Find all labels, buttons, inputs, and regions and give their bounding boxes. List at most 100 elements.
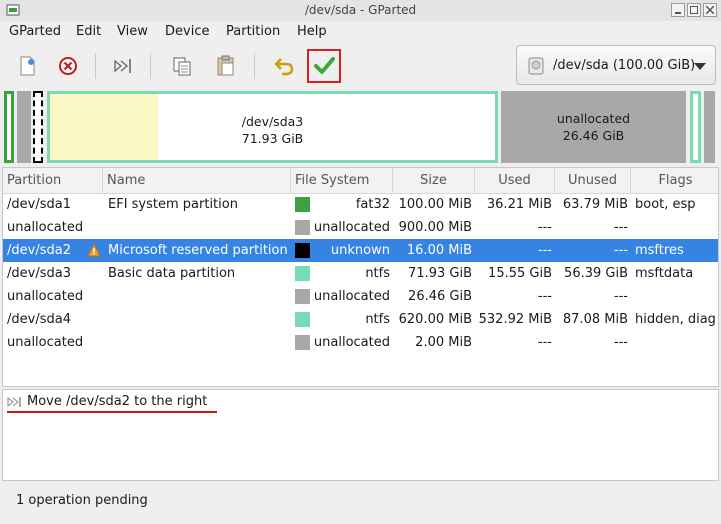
window-title: /dev/sda - GParted [304, 3, 417, 17]
cell-unused: --- [613, 220, 628, 235]
cell-name: EFI system partition [108, 197, 238, 212]
menu-help[interactable]: Help [297, 24, 327, 39]
cell-partition: /dev/sda1 [7, 197, 71, 212]
col-used[interactable]: Used [475, 168, 555, 193]
table-row[interactable]: /dev/sda3 Basic data partition ntfs 71.93 G… [3, 262, 718, 285]
map-unallocated-3[interactable] [704, 91, 715, 163]
cell-file-system: ntfs [365, 312, 390, 327]
status-bar: 1 operation pending [0, 483, 721, 524]
close-button[interactable] [703, 3, 717, 17]
paste-button[interactable] [209, 49, 243, 83]
cell-name: Basic data partition [108, 266, 236, 281]
map-sda2[interactable] [33, 91, 43, 163]
cell-unused: --- [613, 243, 628, 258]
menu-bar: GParted Edit View Device Partition Help [0, 21, 721, 43]
undo-icon [274, 58, 294, 76]
map-unallocated-name: unallocated [556, 111, 631, 126]
delete-partition-icon [59, 57, 77, 75]
menu-gparted[interactable]: GParted [9, 24, 61, 39]
cell-file-system: fat32 [355, 197, 390, 212]
minimize-button[interactable] [671, 3, 685, 17]
cell-size: 100.00 MiB [398, 197, 472, 212]
new-partition-icon [20, 56, 35, 76]
cell-partition: /dev/sda4 [7, 312, 71, 327]
map-sda1[interactable] [4, 91, 14, 163]
col-file-system[interactable]: File System [291, 168, 393, 193]
cell-used: 36.21 MiB [486, 197, 552, 212]
cell-name [108, 308, 291, 331]
toolbar: /dev/sda (100.00 GiB) [0, 43, 721, 89]
cell-size: 16.00 MiB [406, 243, 472, 258]
cell-file-system: unknown [330, 243, 390, 258]
operation-highlight-underline [7, 411, 217, 413]
col-unused[interactable]: Unused [555, 168, 631, 193]
cell-unused: 87.08 MiB [562, 312, 628, 327]
cell-unused: --- [613, 289, 628, 304]
map-unallocated-1[interactable] [17, 91, 31, 163]
device-selector[interactable]: /dev/sda (100.00 GiB) [516, 45, 716, 85]
table-row[interactable]: unallocated unallocated 2.00 MiB --- --- [3, 331, 718, 354]
cell-file-system: unallocated [313, 289, 390, 304]
copy-button[interactable] [165, 49, 199, 83]
cell-name [108, 285, 291, 308]
cell-used: 532.92 MiB [478, 312, 552, 327]
title-bar: /dev/sda - GParted [0, 0, 721, 22]
move-right-icon [7, 396, 21, 408]
operation-item[interactable]: Move /dev/sda2 to the right [27, 394, 207, 409]
new-button[interactable] [10, 49, 44, 83]
cell-flags: boot, esp [635, 197, 696, 212]
cell-file-system: ntfs [365, 266, 390, 281]
table-header: Partition Name File System Size Used Unu… [3, 168, 718, 194]
apply-icon [314, 57, 335, 74]
cell-size: 2.00 MiB [415, 335, 472, 350]
delete-button[interactable] [51, 49, 85, 83]
cell-name: Microsoft reserved partition [108, 243, 288, 258]
map-unallocated-2[interactable]: unallocated 26.46 GiB [501, 91, 686, 163]
map-sda3[interactable]: /dev/sda3 71.93 GiB [47, 91, 498, 163]
menu-edit[interactable]: Edit [76, 24, 101, 39]
toolbar-separator [150, 53, 151, 79]
copy-icon [173, 57, 191, 76]
col-name[interactable]: Name [103, 168, 291, 193]
cell-size: 71.93 GiB [408, 266, 472, 281]
table-row[interactable]: /dev/sda4 ntfs 620.00 MiB 532.92 MiB 87.08 M… [3, 308, 718, 331]
maximize-button[interactable] [687, 3, 701, 17]
menu-partition[interactable]: Partition [226, 24, 280, 39]
table-row[interactable]: /dev/sda1 EFI system partition fat32 100.00… [3, 193, 718, 216]
cell-unused: --- [613, 335, 628, 350]
cell-partition: /dev/sda2 [7, 243, 71, 258]
cell-name [108, 331, 291, 354]
map-sda4[interactable] [690, 91, 701, 163]
apply-button[interactable] [307, 49, 341, 83]
cell-used: 15.55 GiB [488, 266, 552, 281]
col-flags[interactable]: Flags [631, 168, 718, 193]
cell-used: --- [537, 289, 552, 304]
cell-flags: msftres [635, 243, 684, 258]
table-row[interactable]: /dev/sda2 Microsoft reserved partition unk… [3, 239, 718, 262]
resize-move-button[interactable] [106, 49, 140, 83]
minimize-icon [675, 12, 681, 14]
device-label: /dev/sda (100.00 GiB) [553, 58, 696, 73]
table-row[interactable]: unallocated unallocated 26.46 GiB --- --- [3, 285, 718, 308]
toolbar-separator [254, 53, 255, 79]
col-size[interactable]: Size [393, 168, 475, 193]
menu-device[interactable]: Device [165, 24, 209, 39]
cell-unused: 56.39 GiB [564, 266, 628, 281]
toolbar-separator [95, 53, 96, 79]
cell-size: 620.00 MiB [398, 312, 472, 327]
warning-icon [87, 243, 101, 257]
cell-size: 900.00 MiB [398, 220, 472, 235]
resize-move-icon [114, 59, 131, 73]
hard-disk-icon [528, 57, 544, 75]
cell-used: --- [537, 243, 552, 258]
maximize-icon [690, 6, 698, 14]
undo-button[interactable] [267, 49, 301, 83]
map-unallocated-size: 26.46 GiB [562, 128, 625, 143]
cell-used: --- [537, 335, 552, 350]
cell-partition: unallocated [7, 220, 84, 235]
table-row[interactable]: unallocated unallocated 900.00 MiB --- --- [3, 216, 718, 239]
cell-file-system: unallocated [313, 220, 390, 235]
cell-flags: hidden, diag [635, 312, 716, 327]
menu-view[interactable]: View [117, 24, 148, 39]
col-partition[interactable]: Partition [3, 168, 103, 193]
